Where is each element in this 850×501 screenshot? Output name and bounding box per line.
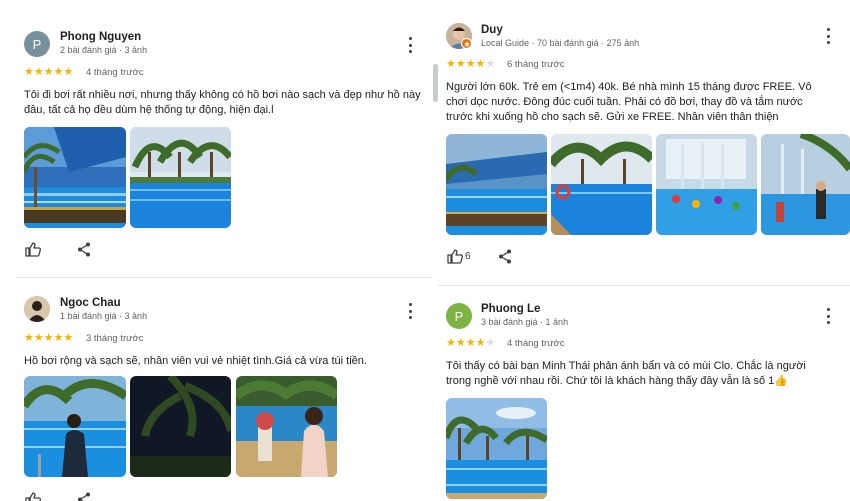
star-icon: ★ (63, 66, 74, 78)
star-rating: ★★★★★ (446, 57, 495, 70)
reviewer-name[interactable]: Duy (481, 24, 503, 36)
share-icon[interactable] (498, 249, 512, 269)
reviewer-meta: 3 bài đánh giá · 1 ảnh (481, 317, 569, 327)
star-icon: ★ (455, 58, 466, 70)
review-text: Tôi thấy có bài bạn Minh Thái phản ánh b… (446, 360, 806, 387)
like-count: 6 (465, 251, 471, 262)
review-time: 6 tháng trước (507, 59, 565, 70)
review-photo[interactable] (24, 376, 126, 477)
avatar[interactable]: P (446, 303, 472, 329)
reviewer-meta: Local Guide · 70 bài đánh giá · 275 ảnh (481, 38, 640, 48)
reviewer-name[interactable]: Phuong Le (481, 303, 540, 315)
share-icon[interactable] (77, 242, 91, 262)
star-icon: ★ (446, 58, 456, 70)
local-guide-badge-icon (461, 38, 472, 49)
star-rating: ★★★★★ (24, 331, 73, 344)
thumbs-up-icon[interactable] (25, 242, 41, 262)
review-photo[interactable] (656, 134, 757, 235)
review-time: 4 tháng trước (507, 338, 565, 349)
star-icon: ★ (43, 332, 54, 344)
review-photo[interactable] (446, 398, 547, 499)
star-icon: ★ (24, 332, 34, 344)
star-icon: ★ (446, 337, 456, 349)
star-rating: ★★★★★ (446, 336, 495, 349)
more-vert-icon[interactable] (825, 28, 831, 44)
review-time: 4 tháng trước (86, 67, 144, 78)
reviewer-name[interactable]: Phong Nguyen (60, 31, 141, 43)
review-card-phong-nguyen: P Phong Nguyen 2 bài đánh giá · 3 ảnh ★★… (0, 0, 432, 276)
avatar[interactable] (24, 296, 50, 322)
star-icon: ★ (33, 332, 44, 344)
share-icon[interactable] (77, 492, 91, 501)
thumbs-up-icon[interactable] (25, 492, 41, 501)
more-vert-icon[interactable] (407, 37, 413, 53)
review-photo[interactable] (130, 127, 231, 228)
review-text: Hồ bơi rộng và sạch sẽ, nhân viên vui vẻ… (24, 355, 367, 367)
review-card-duy: Duy Local Guide · 70 bài đánh giá · 275 … (438, 0, 850, 284)
review-photo[interactable] (236, 376, 337, 477)
star-icon: ★ (475, 337, 486, 349)
review-text: Người lớn 60k. Trẻ em (<1m4) 40k. Bé nhà… (446, 81, 812, 123)
avatar-letter: P (454, 308, 464, 324)
avatar-letter: P (32, 36, 42, 52)
review-card-ngoc-chau: Ngoc Chau 1 bài đánh giá · 3 ảnh ★★★★★ 3… (0, 278, 432, 501)
star-rating: ★★★★★ (24, 65, 73, 78)
star-icon: ★ (53, 66, 64, 78)
review-photo[interactable] (446, 134, 547, 235)
star-icon: ★ (465, 337, 476, 349)
star-icon: ★ (43, 66, 54, 78)
reviewer-meta: 2 bài đánh giá · 3 ảnh (60, 45, 148, 55)
review-photo[interactable] (24, 127, 126, 228)
star-icon: ★ (485, 337, 496, 349)
thumbs-up-icon[interactable] (447, 249, 463, 269)
avatar[interactable]: P (24, 31, 50, 57)
star-icon: ★ (485, 58, 496, 70)
more-vert-icon[interactable] (825, 308, 831, 324)
review-text: Tôi đi bơi rất nhiều nơi, nhưng thấy khô… (24, 89, 421, 116)
star-icon: ★ (465, 58, 476, 70)
more-vert-icon[interactable] (407, 303, 413, 319)
star-icon: ★ (53, 332, 64, 344)
review-photo[interactable] (761, 134, 850, 235)
review-photo[interactable] (551, 134, 652, 235)
review-time: 3 tháng trước (86, 333, 144, 344)
star-icon: ★ (455, 337, 466, 349)
reviewer-name[interactable]: Ngoc Chau (60, 297, 121, 309)
star-icon: ★ (475, 58, 486, 70)
star-icon: ★ (33, 66, 44, 78)
reviewer-meta: 1 bài đánh giá · 3 ảnh (60, 311, 148, 321)
star-icon: ★ (63, 332, 74, 344)
review-card-phuong-le: P Phuong Le 3 bài đánh giá · 1 ảnh ★★★★★… (438, 286, 850, 501)
review-photo[interactable] (130, 376, 231, 477)
star-icon: ★ (24, 66, 34, 78)
